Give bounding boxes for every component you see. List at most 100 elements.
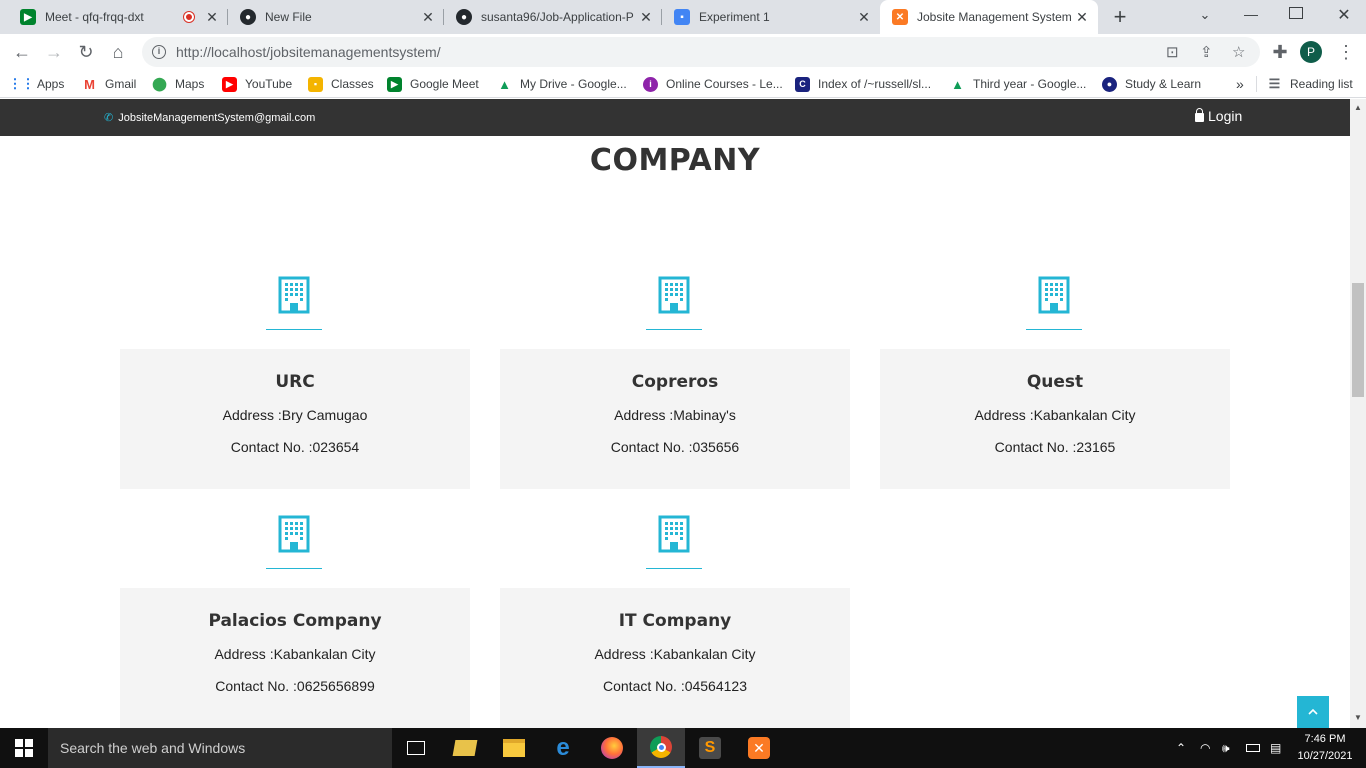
chrome-icon (650, 736, 672, 758)
reload-button[interactable]: ↻ (74, 40, 98, 64)
bookmark-study-learn[interactable]: ● Study & Learn (1102, 75, 1201, 93)
bookmark-google-meet[interactable]: ▶ Google Meet (387, 75, 479, 93)
xampp-icon: ✕ (892, 9, 908, 25)
page-content: ✆ JobsiteManagementSystem@gmail.com Logi… (0, 99, 1350, 728)
company-name: URC (275, 372, 315, 392)
task-view-icon (407, 741, 425, 755)
forward-button[interactable]: → (42, 40, 66, 64)
bookmark-label: Google Meet (410, 77, 479, 91)
study-icon: ● (1102, 76, 1117, 92)
scrollbar-thumb[interactable] (1352, 283, 1364, 397)
share-icon[interactable]: ⇪ (1200, 37, 1213, 67)
taskbar-app-xampp[interactable]: ✕ (735, 728, 783, 768)
minimize-button[interactable]: — (1240, 6, 1262, 22)
bookmark-star-icon[interactable]: ☆ (1232, 37, 1245, 67)
bookmark-gmail[interactable]: M Gmail (82, 75, 136, 93)
apps-grid-icon: ⋮⋮ (8, 76, 35, 91)
task-view-button[interactable] (392, 728, 440, 768)
taskbar-app-sublime[interactable]: S (686, 728, 734, 768)
google-meet-icon: ▶ (387, 76, 402, 92)
company-contact: Contact No. :23165 (994, 439, 1116, 455)
page-scrollbar[interactable]: ▲ ▼ (1350, 99, 1366, 728)
maps-icon: ⬤ (152, 76, 167, 91)
bookmark-apps[interactable]: ⋮⋮ Apps (8, 75, 65, 93)
back-to-top-button[interactable] (1297, 696, 1329, 728)
windows-taskbar: Search the web and Windows e S ✕ ⌃ ◠ 🕪 ▤… (0, 728, 1366, 768)
login-label: Login (1208, 108, 1243, 124)
clock-date: 10/27/2021 (1297, 750, 1353, 762)
company-name: IT Company (618, 611, 732, 631)
tab-github-repo[interactable]: ● susanta96/Job-Application-P ✕ (444, 0, 662, 34)
close-tab-icon[interactable]: ✕ (854, 9, 874, 26)
tab-search-icon[interactable]: ⌄ (1196, 7, 1214, 25)
clock-time: 7:46 PM (1304, 733, 1346, 745)
company-card: Quest Address :Kabankalan City Contact N… (880, 349, 1230, 489)
company-name: Quest (1026, 372, 1084, 392)
restore-button[interactable] (1289, 7, 1303, 19)
google-drive-icon: ▲ (498, 76, 511, 92)
edge-icon: e (556, 734, 570, 761)
reading-list-icon: ☰ (1268, 76, 1281, 91)
close-window-button[interactable]: ✕ (1334, 5, 1354, 25)
taskbar-app-firefox[interactable] (588, 728, 636, 768)
contact-email[interactable]: ✆ JobsiteManagementSystem@gmail.com (104, 111, 315, 125)
network-icon[interactable]: ◠ (1200, 728, 1210, 768)
taskbar-app-edge[interactable]: e (539, 728, 587, 768)
notifications-icon[interactable]: ▤ (1270, 728, 1281, 768)
company-address: Address :Kabankalan City (974, 407, 1136, 423)
close-tab-icon[interactable]: ✕ (636, 9, 656, 26)
start-button[interactable] (0, 728, 48, 768)
profile-avatar[interactable]: P (1300, 41, 1322, 63)
translate-icon[interactable]: ⊡ (1166, 37, 1179, 67)
back-button[interactable]: ← (10, 40, 34, 64)
show-hidden-icons-button[interactable]: ⌃ (1176, 728, 1186, 768)
site-topbar: ✆ JobsiteManagementSystem@gmail.com Logi… (0, 99, 1350, 136)
taskbar-app-file-explorer[interactable] (490, 728, 538, 768)
battery-icon[interactable] (1246, 728, 1260, 768)
taskbar-search-input[interactable]: Search the web and Windows (48, 728, 392, 768)
volume-icon[interactable]: 🕪 (1222, 728, 1230, 768)
close-tab-icon[interactable]: ✕ (1072, 9, 1092, 26)
new-tab-button[interactable]: + (1108, 5, 1132, 29)
bookmark-maps[interactable]: ⬤ Maps (152, 75, 204, 93)
sublime-text-icon: S (699, 737, 721, 759)
taskbar-clock[interactable]: 7:46 PM 10/27/2021 (1294, 731, 1356, 765)
google-meet-icon: ▶ (20, 9, 36, 25)
tab-meet[interactable]: ▶ Meet - qfq-frqq-dxt ✕ (8, 0, 228, 34)
login-link[interactable]: Login (1195, 108, 1242, 124)
bookmarks-overflow-button[interactable]: » (1236, 75, 1244, 93)
taskbar-app-chrome[interactable] (637, 728, 685, 768)
tab-jobsite[interactable]: ✕ Jobsite Management System ✕ (880, 0, 1098, 34)
bookmark-third-year[interactable]: ▲ Third year - Google... (950, 75, 1086, 93)
building-icon (278, 515, 310, 553)
bookmark-online-courses[interactable]: i Online Courses - Le... (643, 75, 783, 93)
bookmark-label: My Drive - Google... (520, 77, 627, 91)
scroll-up-arrow[interactable]: ▲ (1350, 103, 1366, 112)
lock-icon (1195, 108, 1204, 122)
tab-experiment[interactable]: ▪ Experiment 1 ✕ (662, 0, 880, 34)
google-drive-icon: ▲ (951, 76, 964, 92)
close-tab-icon[interactable]: ✕ (202, 9, 222, 26)
scroll-down-arrow[interactable]: ▼ (1350, 713, 1366, 722)
company-contact: Contact No. :023654 (230, 439, 360, 455)
tab-new-file[interactable]: ● New File ✕ (228, 0, 444, 34)
company-name: Palacios Company (208, 611, 382, 631)
browser-toolbar: ← → ↻ ⌂ i http://localhost/jobsitemanage… (0, 34, 1366, 70)
bookmark-index[interactable]: C Index of /~russell/sl... (795, 75, 931, 93)
bookmark-label: Index of /~russell/sl... (818, 77, 932, 91)
bookmark-classes[interactable]: ▪ Classes (308, 75, 374, 93)
bookmark-youtube[interactable]: ▶ YouTube (222, 75, 292, 93)
building-icon (658, 515, 690, 553)
folder-icon (503, 739, 525, 757)
reading-list-button[interactable]: ☰ Reading list (1267, 75, 1353, 93)
taskbar-app-photos[interactable] (441, 728, 489, 768)
home-button[interactable]: ⌂ (106, 40, 130, 64)
address-bar[interactable]: i http://localhost/jobsitemanagementsyst… (142, 37, 1260, 67)
menu-icon[interactable]: ⋮ (1334, 40, 1358, 64)
close-tab-icon[interactable]: ✕ (418, 9, 438, 26)
site-info-icon[interactable]: i (152, 45, 166, 59)
photos-icon (452, 740, 478, 756)
extensions-icon[interactable]: ✚ (1268, 40, 1292, 64)
tab-title: Experiment 1 (699, 10, 770, 24)
bookmark-my-drive[interactable]: ▲ My Drive - Google... (497, 75, 627, 93)
